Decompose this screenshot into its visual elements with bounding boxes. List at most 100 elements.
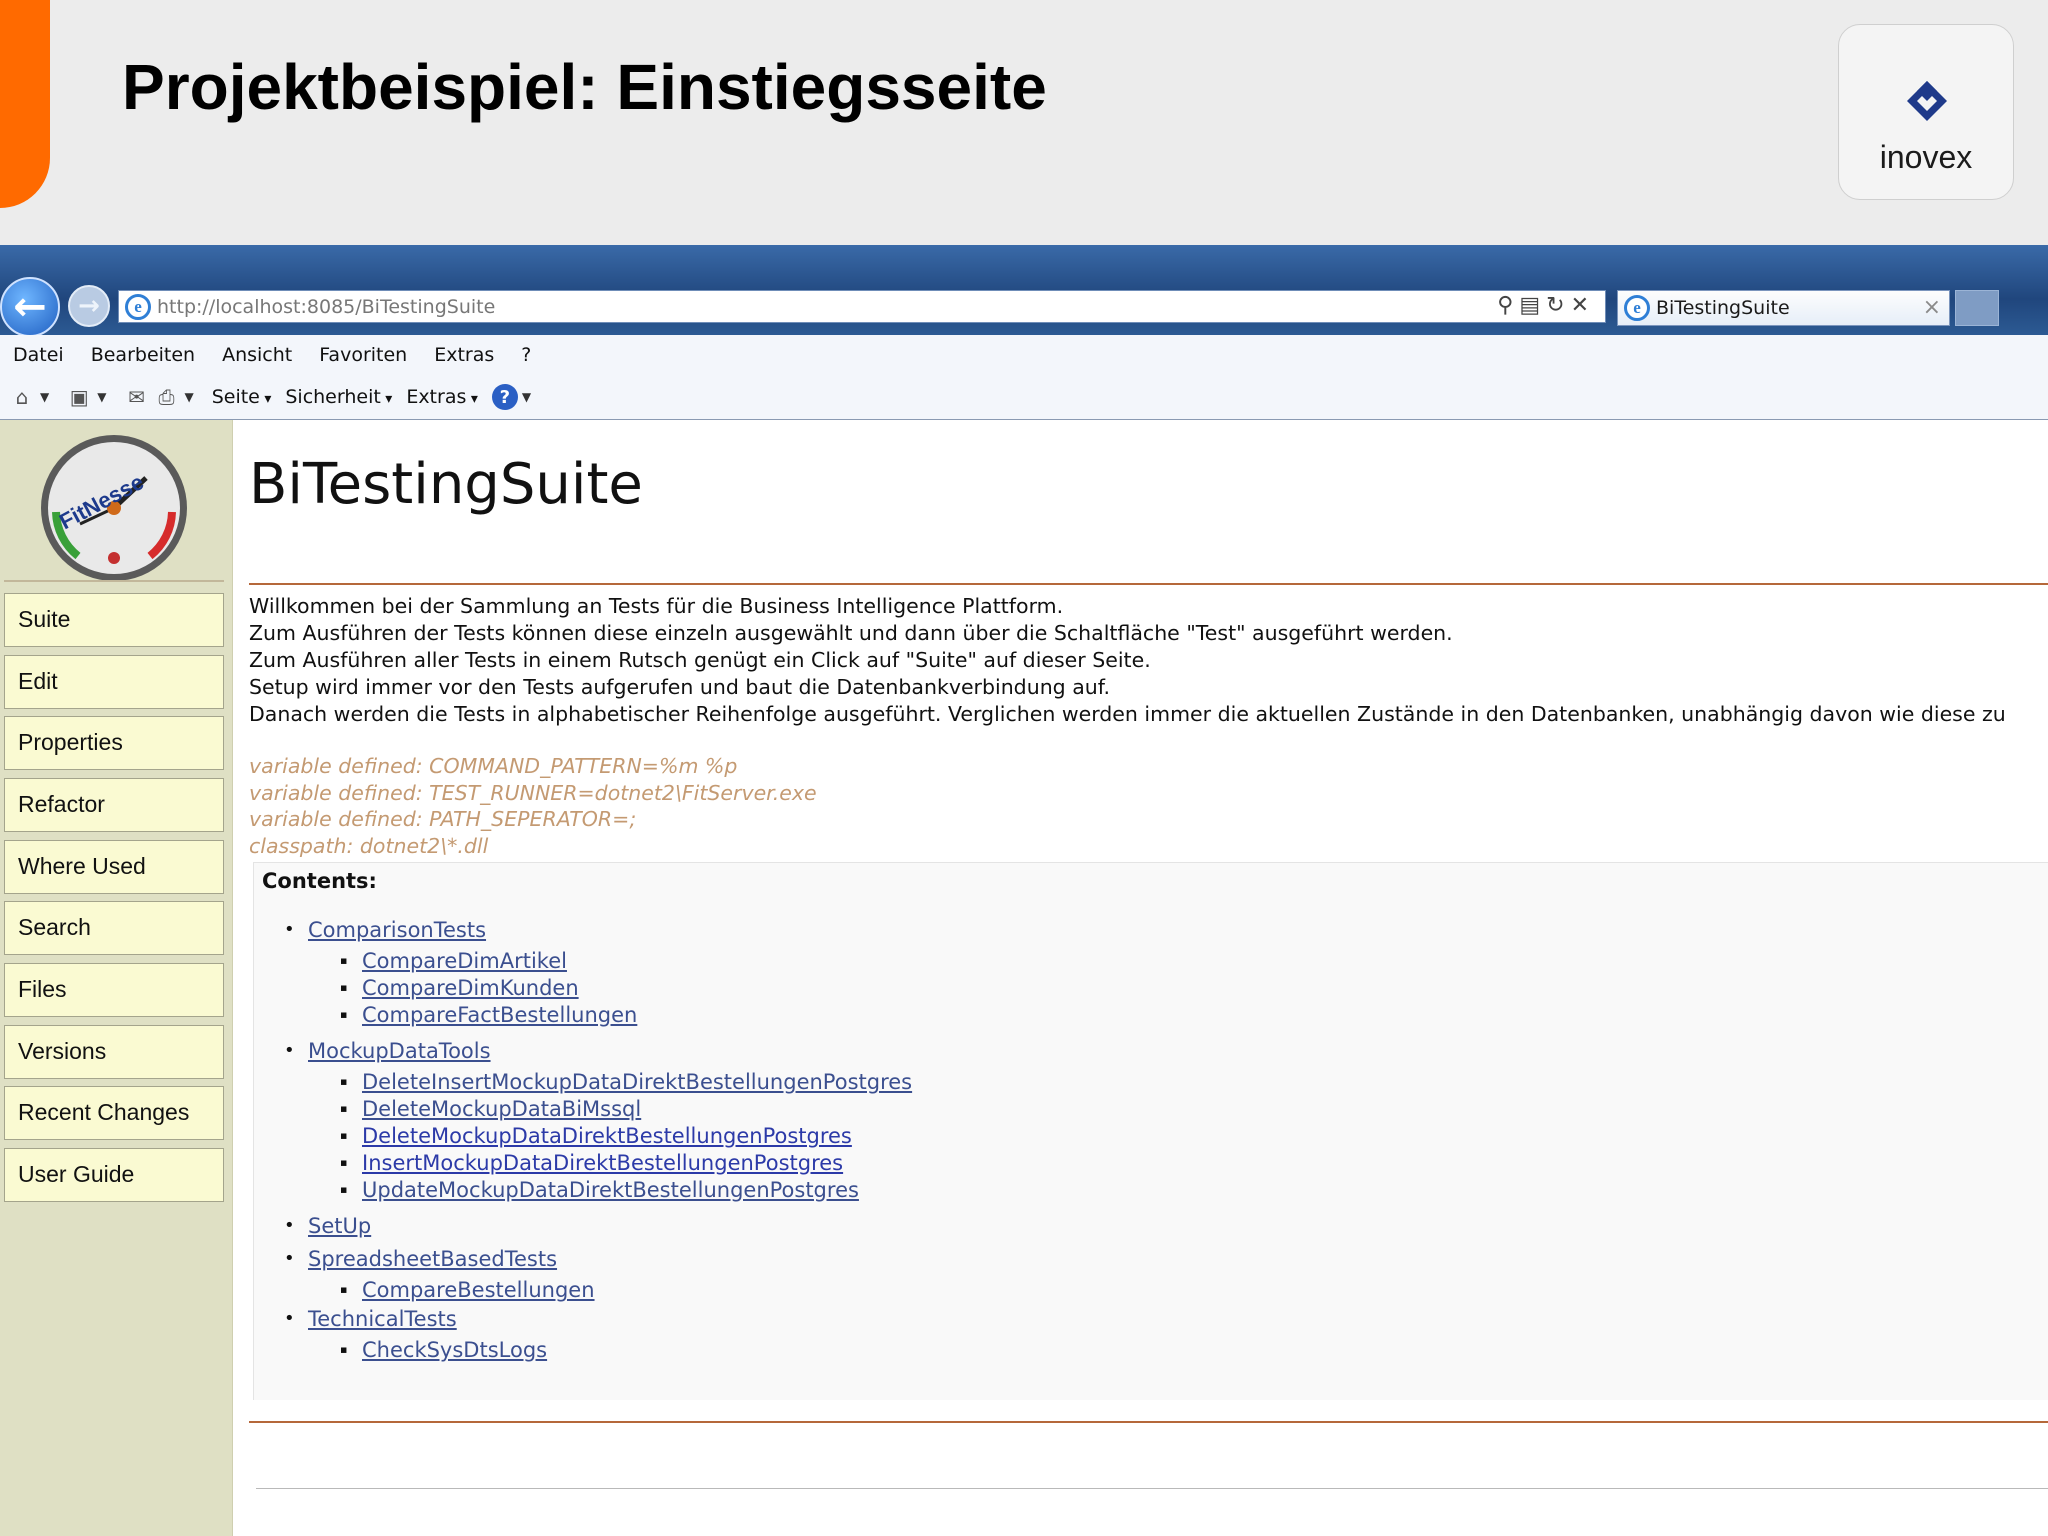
help-dropdown-icon[interactable]: ▼	[522, 390, 531, 404]
toc-subitem: DeleteMockupDataDirektBestellungenPostgr…	[284, 1123, 912, 1150]
footer-rule	[249, 1421, 2048, 1423]
toc-item: MockupDataTools	[284, 1036, 912, 1069]
recent-changes-button[interactable]: Recent Changes	[4, 1086, 224, 1140]
compat-icon[interactable]: ▤	[1519, 293, 1546, 318]
toc-subitem: DeleteInsertMockupDataDirektBestellungen…	[284, 1069, 912, 1096]
browser-tab[interactable]: e BiTestingSuite ×	[1617, 290, 1950, 326]
description-line: Zum Ausführen aller Tests in einem Rutsc…	[249, 648, 1151, 672]
toc-link-comparisontests[interactable]: ComparisonTests	[308, 918, 486, 942]
inovex-logo: inovex	[1838, 24, 2014, 200]
ie-page-icon: e	[125, 293, 151, 320]
page-title: BiTestingSuite	[249, 452, 643, 517]
url-text: http://localhost:8085/BiTestingSuite	[157, 295, 496, 318]
description-line: Zum Ausführen der Tests können diese ein…	[249, 621, 1453, 645]
toc-subitem: CompareDimKunden	[284, 975, 912, 1002]
toc-item: TechnicalTests	[284, 1304, 912, 1337]
toc-item: SpreadsheetBasedTests	[284, 1244, 912, 1277]
new-tab-button[interactable]	[1955, 290, 1999, 326]
command-bar: ⌂ ▼ ▣ ▼ ✉ ⎙ ▼ Seite Sicherheit Extras ? ▼	[0, 375, 2048, 420]
files-button[interactable]: Files	[4, 963, 224, 1017]
back-icon[interactable]: ←	[0, 277, 60, 337]
sidebar-separator	[4, 580, 224, 582]
home-icon[interactable]: ⌂	[10, 385, 34, 409]
properties-button[interactable]: Properties	[4, 716, 224, 770]
toc-link-updatemockuppostgres[interactable]: UpdateMockupDataDirektBestellungenPostgr…	[362, 1178, 859, 1202]
feeds-icon[interactable]: ▣	[67, 385, 91, 409]
print-dropdown-icon[interactable]: ▼	[184, 390, 193, 404]
toc-link-checksysdtslogs[interactable]: CheckSysDtsLogs	[362, 1338, 547, 1362]
logo-text: inovex	[1879, 139, 1973, 175]
menu-extras[interactable]: Extras	[434, 344, 494, 366]
help-icon[interactable]: ?	[491, 384, 518, 410]
contents-box: Contents: ComparisonTests CompareDimArti…	[253, 862, 2048, 1400]
address-bar[interactable]: e http://localhost:8085/BiTestingSuite ⚲…	[118, 290, 1606, 323]
menu-ansicht[interactable]: Ansicht	[222, 344, 292, 366]
description-line: Setup wird immer vor den Tests aufgerufe…	[249, 675, 1111, 699]
inovex-diamond-icon	[1907, 81, 1947, 121]
toc-link-technicaltests[interactable]: TechnicalTests	[308, 1307, 457, 1331]
menu-datei[interactable]: Datei	[13, 344, 64, 366]
variable-line: variable defined: TEST_RUNNER=dotnet2\Fi…	[249, 780, 817, 805]
menu-help[interactable]: ?	[521, 344, 531, 366]
slide-title: Projektbeispiel: Einstiegsseite	[122, 51, 1047, 123]
feeds-dropdown-icon[interactable]: ▼	[97, 390, 106, 404]
toc-link-comparebestellungen[interactable]: CompareBestellungen	[362, 1278, 595, 1302]
fitnesse-sidebar: FitNesse Suite Edit Properties Refactor …	[0, 420, 233, 1536]
menu-bar: Datei Bearbeiten Ansicht Favoriten Extra…	[0, 335, 2048, 375]
where-used-button[interactable]: Where Used	[4, 840, 224, 894]
menu-bearbeiten[interactable]: Bearbeiten	[91, 344, 195, 366]
toc-item: ComparisonTests	[284, 915, 912, 948]
refresh-icon[interactable]: ↻	[1546, 293, 1570, 318]
home-dropdown-icon[interactable]: ▼	[40, 390, 49, 404]
tab-title: BiTestingSuite	[1656, 297, 1790, 319]
menu-favoriten[interactable]: Favoriten	[319, 344, 407, 366]
command-extras[interactable]: Extras	[406, 386, 478, 408]
fitnesse-page: FitNesse Suite Edit Properties Refactor …	[0, 420, 2048, 1536]
address-tools: ⚲▤↻✕	[1497, 293, 1595, 318]
header-rule	[249, 583, 2048, 585]
page-content: BiTestingSuite Willkommen bei der Sammlu…	[234, 420, 2048, 1536]
browser-titlebar: ← → e http://localhost:8085/BiTestingSui…	[0, 245, 2048, 337]
toc-subitem: CompareBestellungen	[284, 1277, 912, 1304]
toc-subitem: InsertMockupDataDirektBestellungenPostgr…	[284, 1150, 912, 1177]
suite-button[interactable]: Suite	[4, 593, 224, 647]
contents-list: ComparisonTests CompareDimArtikel Compar…	[284, 915, 912, 1364]
toc-subitem: DeleteMockupDataBiMssql	[284, 1096, 912, 1123]
stop-icon[interactable]: ✕	[1571, 293, 1595, 318]
description-line: Willkommen bei der Sammlung an Tests für…	[249, 594, 1064, 618]
forward-icon[interactable]: →	[68, 285, 110, 327]
user-guide-button[interactable]: User Guide	[4, 1148, 224, 1202]
toc-link-deletemockupbimssql[interactable]: DeleteMockupDataBiMssql	[362, 1097, 641, 1121]
command-seite[interactable]: Seite	[212, 386, 272, 408]
variable-line: variable defined: COMMAND_PATTERN=%m %p	[249, 754, 738, 778]
toc-link-comparefactbestellungen[interactable]: CompareFactBestellungen	[362, 1003, 637, 1027]
tab-ie-icon: e	[1624, 295, 1650, 321]
edit-button[interactable]: Edit	[4, 655, 224, 709]
browser-window: ← → e http://localhost:8085/BiTestingSui…	[0, 245, 2048, 1536]
orange-accent-shape	[0, 0, 50, 208]
search-icon[interactable]: ⚲	[1497, 293, 1519, 318]
command-sicherheit[interactable]: Sicherheit	[285, 386, 392, 408]
toc-link-setup[interactable]: SetUp	[308, 1214, 371, 1238]
toc-link-comparedimartikel[interactable]: CompareDimArtikel	[362, 949, 567, 973]
toc-link-mockupdatatools[interactable]: MockupDataTools	[308, 1039, 491, 1063]
classpath-line: classpath: dotnet2\*.dll	[249, 833, 489, 858]
toc-link-deletemockuppostgres[interactable]: DeleteMockupDataDirektBestellungenPostgr…	[362, 1124, 852, 1148]
description-line: Danach werden die Tests in alphabetische…	[249, 702, 2006, 726]
toc-link-spreadsheetbasedtests[interactable]: SpreadsheetBasedTests	[308, 1247, 557, 1271]
toc-link-comparedimkunden[interactable]: CompareDimKunden	[362, 976, 579, 1000]
toc-subitem: CheckSysDtsLogs	[284, 1337, 912, 1364]
toc-link-insertmockuppostgres[interactable]: InsertMockupDataDirektBestellungenPostgr…	[362, 1151, 843, 1175]
print-icon[interactable]: ⎙	[154, 385, 178, 409]
description-text: Willkommen bei der Sammlung an Tests für…	[249, 593, 2006, 728]
toc-subitem: CompareFactBestellungen	[284, 1002, 912, 1029]
versions-button[interactable]: Versions	[4, 1025, 224, 1079]
toc-subitem: CompareDimArtikel	[284, 948, 912, 975]
toc-subitem: UpdateMockupDataDirektBestellungenPostgr…	[284, 1177, 912, 1204]
search-button[interactable]: Search	[4, 901, 224, 955]
mail-icon[interactable]: ✉	[124, 385, 148, 409]
refactor-button[interactable]: Refactor	[4, 778, 224, 832]
toc-link-deleteinsertmockup[interactable]: DeleteInsertMockupDataDirektBestellungen…	[362, 1070, 912, 1094]
toc-item: SetUp	[284, 1211, 912, 1244]
close-tab-icon[interactable]: ×	[1923, 295, 1941, 320]
